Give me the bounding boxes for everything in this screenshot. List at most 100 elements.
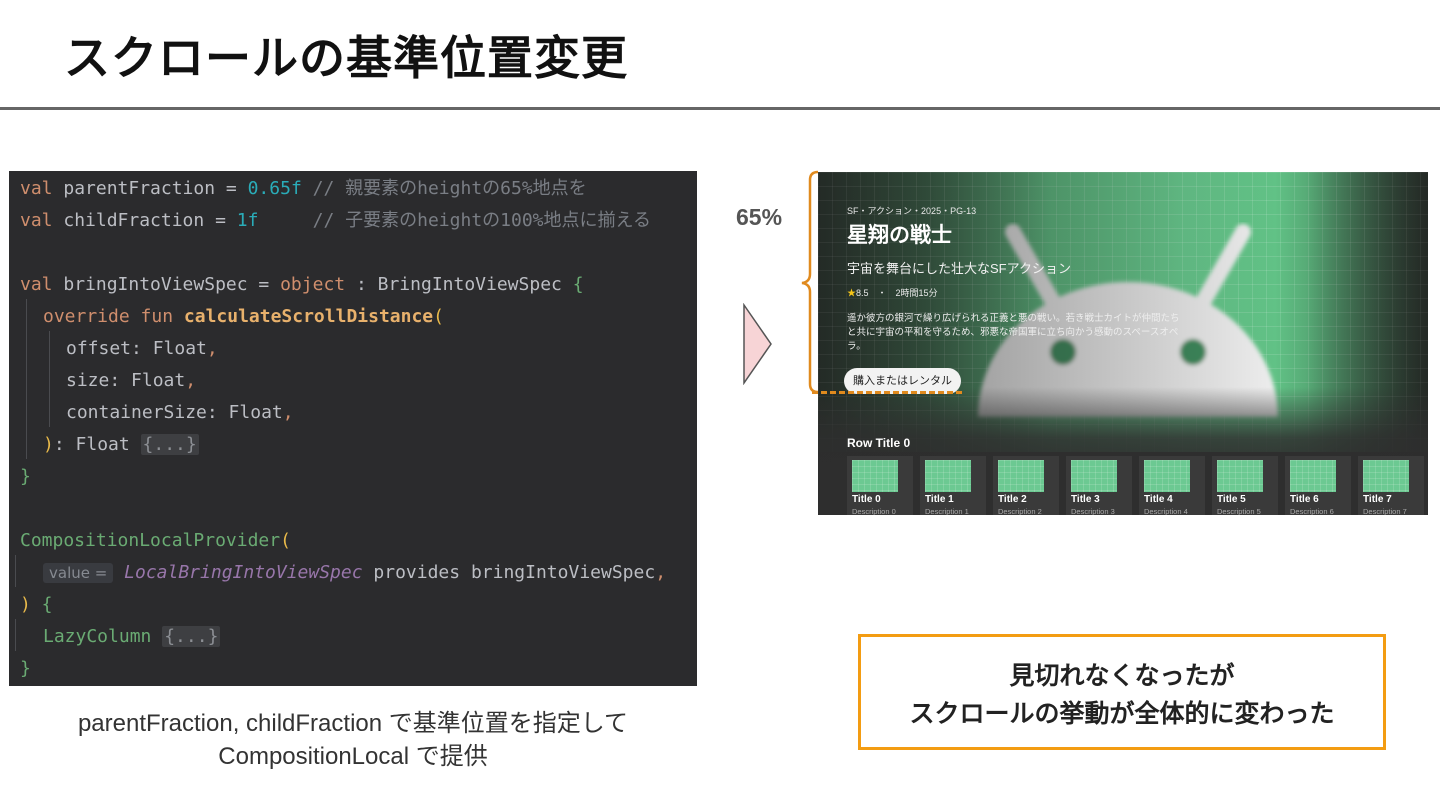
- card-description: Description 1: [925, 507, 969, 515]
- parameter: size: Float: [66, 370, 186, 391]
- code-line-9: ): Float {...}: [43, 429, 199, 461]
- card-title: Title 7: [1363, 494, 1392, 505]
- card-title: Title 4: [1144, 494, 1173, 505]
- code-line-6: offset: Float,: [66, 333, 218, 365]
- content-card[interactable]: Title 2 Description 2: [993, 456, 1059, 515]
- code-line-12: CompositionLocalProvider(: [20, 525, 291, 557]
- card-thumbnail: [1217, 460, 1263, 492]
- brace: {: [572, 274, 584, 295]
- indent-guide: [15, 619, 16, 651]
- card-description: Description 4: [1144, 507, 1188, 515]
- comma: ,: [282, 402, 294, 423]
- comment: // 子要素のheightの100%地点に揃える: [258, 210, 651, 231]
- keyword: val: [20, 274, 53, 295]
- parameter-hint: value =: [43, 563, 114, 583]
- slide-title: スクロールの基準位置変更: [64, 31, 628, 85]
- code-line-5: override fun calculateScrollDistance(: [43, 301, 444, 333]
- code-text: provides bringIntoViewSpec: [362, 562, 656, 583]
- indent-guide: [15, 555, 16, 587]
- card-thumbnail: [998, 460, 1044, 492]
- code-line-7: size: Float,: [66, 365, 196, 397]
- number-literal: 1f: [236, 210, 259, 231]
- keyword: object: [280, 274, 346, 295]
- card-thumbnail: [1290, 460, 1336, 492]
- brace: }: [20, 466, 31, 487]
- result-callout: 見切れなくなったが スクロールの挙動が全体的に変わった: [858, 634, 1386, 750]
- content-card[interactable]: Title 4 Description 4: [1139, 456, 1205, 515]
- row-title: Row Title 0: [847, 436, 911, 450]
- alignment-dashed-line: [812, 391, 962, 394]
- curly-bracket-icon: [801, 170, 819, 394]
- duration: ・ 2時間15分: [877, 288, 938, 298]
- card-thumbnail: [925, 460, 971, 492]
- brace: }: [20, 658, 31, 679]
- paren: ): [43, 434, 54, 455]
- composition-local: LocalBringIntoViewSpec: [124, 562, 363, 583]
- card-title: Title 6: [1290, 494, 1319, 505]
- card-title: Title 1: [925, 494, 954, 505]
- title-divider: [0, 107, 1440, 110]
- rating: 8.5: [856, 288, 869, 298]
- movie-title: 星翔の戦士: [847, 224, 952, 247]
- comma: ,: [655, 562, 667, 583]
- card-description: Description 6: [1290, 507, 1334, 515]
- return-type: : Float: [53, 434, 141, 455]
- card-title: Title 5: [1217, 494, 1246, 505]
- code-line-8: containerSize: Float,: [66, 397, 294, 429]
- paren: (: [433, 306, 444, 327]
- card-description: Description 7: [1363, 507, 1407, 515]
- star-icon: ★: [847, 288, 857, 298]
- caption-line-2: CompositionLocal で提供: [218, 743, 488, 770]
- indent-guide: [26, 299, 27, 459]
- card-title: Title 3: [1071, 494, 1100, 505]
- paren: ): [20, 594, 31, 615]
- comma: ,: [185, 370, 197, 391]
- card-thumbnail: [1144, 460, 1190, 492]
- number-literal: 0.65f: [247, 178, 302, 199]
- content-card[interactable]: Title 5 Description 5: [1212, 456, 1278, 515]
- parameter: containerSize: Float: [66, 402, 283, 423]
- function-name: calculateScrollDistance: [183, 306, 434, 327]
- keyword: val: [20, 178, 53, 199]
- card-description: Description 2: [998, 507, 1042, 515]
- code-line-2: val childFraction = 1f // 子要素のheightの100…: [20, 205, 651, 237]
- keyword: val: [20, 210, 53, 231]
- content-card[interactable]: Title 3 Description 3: [1066, 456, 1132, 515]
- function-call: CompositionLocalProvider: [20, 530, 281, 551]
- content-card[interactable]: Title 1 Description 1: [920, 456, 986, 515]
- code-line-10: }: [20, 461, 31, 493]
- identifier: parentFraction =: [52, 178, 248, 199]
- content-card[interactable]: Title 0 Description 0: [847, 456, 913, 515]
- card-title: Title 0: [852, 494, 881, 505]
- folded-code[interactable]: {...}: [140, 434, 199, 455]
- card-description: Description 3: [1071, 507, 1115, 515]
- content-card[interactable]: Title 7 Description 7: [1358, 456, 1424, 515]
- caption-line-1: parentFraction, childFraction で基準位置を指定して: [77, 710, 629, 737]
- arrow-right-icon: [743, 303, 772, 385]
- card-description: Description 0: [852, 507, 896, 515]
- content-card[interactable]: Title 6 Description 6: [1285, 456, 1351, 515]
- movie-meta: SF・アクション・2025・PG-13: [847, 206, 977, 216]
- result-line-2: スクロールの挙動が全体的に変わった: [909, 700, 1335, 728]
- movie-subtitle: 宇宙を舞台にした壮大なSFアクション: [847, 261, 1071, 276]
- result-line-1: 見切れなくなったが: [1009, 662, 1235, 690]
- percent-label: 65%: [736, 204, 783, 230]
- indent-guide: [49, 331, 50, 427]
- brace: {: [30, 594, 53, 615]
- movie-stats: ★8.5 ・ 2時間15分: [847, 286, 938, 299]
- card-title: Title 2: [998, 494, 1027, 505]
- code-line-13: value = LocalBringIntoViewSpec provides …: [43, 557, 666, 589]
- code-line-1: val parentFraction = 0.65f // 親要素のheight…: [20, 173, 587, 205]
- parameter: offset: Float: [66, 338, 207, 359]
- code-line-14: ) {: [20, 589, 53, 621]
- card-description: Description 5: [1217, 507, 1261, 515]
- tv-app-screenshot: SF・アクション・2025・PG-13 星翔の戦士 宇宙を舞台にした壮大なSFア…: [818, 172, 1428, 515]
- paren: (: [280, 530, 291, 551]
- movie-description: 遥か彼方の銀河で繰り広げられる正義と悪の戦い。若き戦士カイトが仲間たちと共に宇宙…: [847, 313, 1180, 352]
- card-thumbnail: [1363, 460, 1409, 492]
- code-editor: val parentFraction = 0.65f // 親要素のheight…: [9, 171, 697, 686]
- folded-code[interactable]: {...}: [162, 626, 221, 647]
- code-line-15: LazyColumn {...}: [43, 621, 221, 653]
- code-line-4: val bringIntoViewSpec = object : BringIn…: [20, 269, 584, 301]
- card-thumbnail: [1071, 460, 1117, 492]
